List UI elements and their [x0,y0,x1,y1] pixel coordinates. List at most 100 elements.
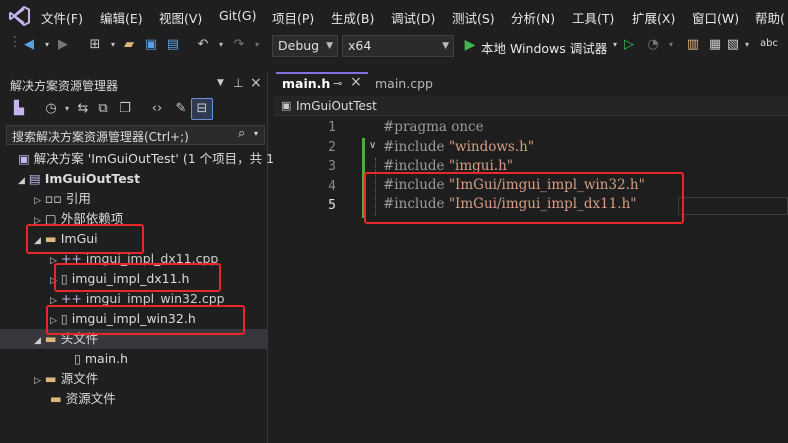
close-tab-icon[interactable]: × [350,74,362,90]
tree-label: ImGuiOutTest [44,171,141,186]
redo-icon[interactable]: ↷ [230,36,248,54]
menu-extensions[interactable]: 扩展(X) [632,8,675,27]
line-number: 1 [328,120,336,135]
save-all-icon[interactable]: ▤ [164,36,182,54]
tree-label: 解决方案 'ImGuiOutTest' (1 个项目，共 1 [33,151,275,166]
code-directive: #pragma once [383,119,484,135]
visual-studio-logo-icon[interactable] [8,6,30,26]
highlight-box [54,263,221,292]
dropdown-arrow-icon[interactable]: ▾ [662,36,680,54]
tree-references[interactable]: ▷ ▫▫ 引用 [34,189,91,209]
tree-label: imgui_impl_win32.cpp [85,291,225,306]
current-line-highlight [678,197,788,215]
new-item-icon[interactable]: ⊞ [86,36,104,54]
line-number: 2 [328,140,336,155]
start-without-debugging-icon[interactable]: ▷ [620,36,638,54]
show-all-files-icon[interactable]: ❐ [116,100,134,118]
collapsed-arrow-icon: ▷ [34,376,41,386]
dropdown-arrow-icon[interactable]: ▾ [738,36,756,54]
configuration-select[interactable]: Debug ▼ [272,35,338,57]
tree-folder-resources[interactable]: ▬ 资源文件 [50,389,116,409]
code-line-1: #pragma once [383,119,484,135]
code-editor[interactable] [274,117,788,443]
tree-solution[interactable]: ▣ 解决方案 'ImGuiOutTest' (1 个项目，共 1 [18,149,274,169]
search-icon[interactable]: ⌕ [238,126,245,141]
collapse-all-icon[interactable]: ⧉ [94,100,112,118]
pin-icon[interactable]: ⊥ [233,76,243,90]
cpp-project-icon: ▤ [28,171,41,186]
cpp-file-icon: ++ [60,291,82,306]
collapse-region-icon[interactable]: ∨ [369,140,376,151]
line-number: 4 [328,179,336,194]
menu-debug[interactable]: 调试(D) [391,8,435,27]
sync-icon[interactable]: ⇆ [74,100,92,118]
tree-file-main-h[interactable]: ▯ main.h [74,349,128,369]
switch-views-icon[interactable]: ▙ [10,100,28,118]
code-string: "windows.h" [448,139,535,155]
undo-icon[interactable]: ↶ [194,36,212,54]
tab-main-cpp[interactable]: main.cpp [375,76,433,91]
dropdown-arrow-icon[interactable]: ▾ [254,129,258,138]
expanded-arrow-icon: ◢ [34,336,41,346]
code-directive: #include [383,139,449,155]
view-code-icon[interactable]: ‹› [148,100,166,118]
preview-icon: ⊟ [196,101,208,116]
solution-folder-icon[interactable]: ▥ [684,36,702,54]
tree-label: 源文件 [60,371,99,386]
tree-project[interactable]: ◢ ▤ ImGuiOutTest [18,169,140,189]
solution-explorer-title: 解决方案资源管理器 [10,79,119,93]
window-position-icon[interactable]: ▼ [217,78,224,88]
menu-project[interactable]: 项目(P) [272,8,314,27]
search-placeholder: 搜索解决方案资源管理器(Ctrl+;) [12,130,189,144]
platform-value: x64 [348,38,372,53]
highlight-box [26,224,144,254]
save-icon[interactable]: ▣ [142,36,160,54]
forward-icon[interactable]: ▶ [54,36,72,54]
solution-icon: ▣ [18,151,30,166]
menu-edit[interactable]: 编辑(E) [100,8,143,27]
menu-git[interactable]: Git(G) [219,8,257,23]
tree-label: 资源文件 [65,391,116,406]
line-number: 3 [328,159,336,174]
platform-select[interactable]: x64 ▼ [342,35,454,57]
menu-analyze[interactable]: 分析(N) [511,8,555,27]
comment-icon[interactable]: ▦ [706,36,724,54]
project-icon: ▣ [281,99,292,112]
menu-help[interactable]: 帮助( [755,8,785,27]
properties-icon[interactable]: ✎ [172,100,190,118]
folder-icon: ▬ [44,371,57,386]
highlight-box [364,172,684,224]
chevron-down-icon: ▼ [442,41,449,51]
menu-build[interactable]: 生成(B) [331,8,374,27]
menu-test[interactable]: 测试(S) [452,8,495,27]
expanded-arrow-icon: ◢ [18,176,25,186]
open-folder-icon[interactable]: ▰ [120,36,138,54]
pin-tab-icon[interactable]: ⊸ [333,77,342,90]
dropdown-arrow-icon[interactable]: ▾ [248,36,266,54]
folder-icon: ▬ [50,391,62,406]
menu-file[interactable]: 文件(F) [41,8,83,27]
chevron-down-icon: ▼ [326,41,333,51]
nav-project-label[interactable]: ImGuiOutTest [296,99,377,113]
collapsed-arrow-icon: ▷ [34,196,41,206]
dropdown-arrow-icon[interactable]: ▾ [212,36,230,54]
close-icon[interactable]: × [250,75,262,91]
tree-folder-sources[interactable]: ▷ ▬ 源文件 [34,369,98,389]
tree-label: 引用 [65,191,91,206]
run-target-label[interactable]: 本地 Windows 调试器 [481,38,607,57]
back-icon[interactable]: ◀ [20,36,38,54]
line-number: 5 [328,198,336,213]
tab-label: main.h [282,76,331,91]
references-icon: ▫▫ [44,191,62,206]
menu-window[interactable]: 窗口(W) [692,8,739,27]
tree-label: main.h [84,351,129,366]
header-file-icon: ▯ [74,351,81,366]
start-debugging-icon[interactable]: ▶ [461,36,479,54]
code-line-2: #include "windows.h" [383,139,534,155]
performance-profiler-icon[interactable]: ◔ [644,36,662,54]
menu-tools[interactable]: 工具(T) [572,8,614,27]
menu-view[interactable]: 视图(V) [159,8,202,27]
configuration-value: Debug [278,38,320,53]
spell-check-icon[interactable]: abc [760,38,778,49]
highlight-box [46,305,245,335]
